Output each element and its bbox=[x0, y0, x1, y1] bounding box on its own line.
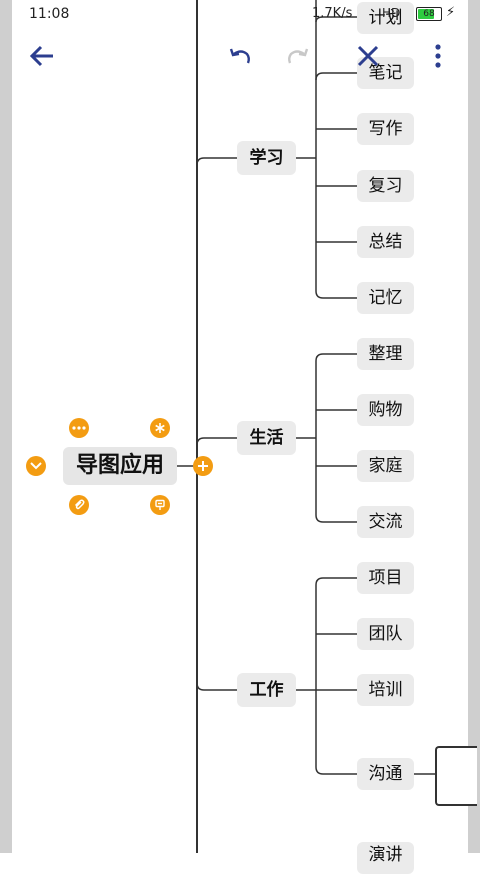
close-x-icon bbox=[357, 45, 379, 67]
collapse-chevron-icon[interactable] bbox=[26, 456, 46, 476]
node-speech[interactable]: 演讲 bbox=[357, 842, 414, 874]
battery-level: 68 bbox=[423, 9, 435, 19]
node-summary[interactable]: 总结 bbox=[357, 226, 414, 258]
battery-icon: 68 bbox=[416, 7, 442, 21]
root-node[interactable]: 导图应用 bbox=[63, 447, 177, 485]
more-button[interactable] bbox=[418, 36, 458, 76]
redo-icon bbox=[288, 48, 309, 64]
attachment-icon[interactable] bbox=[69, 495, 89, 515]
undo-icon bbox=[229, 48, 250, 64]
note-icon[interactable] bbox=[150, 495, 170, 515]
net-speed: 1.7K/s bbox=[312, 6, 353, 21]
more-options-icon[interactable] bbox=[69, 418, 89, 438]
branch-study[interactable]: 学习 bbox=[237, 141, 296, 175]
arrow-left-icon bbox=[29, 45, 53, 67]
node-memory[interactable]: 记忆 bbox=[357, 282, 414, 314]
node-review[interactable]: 复习 bbox=[357, 170, 414, 202]
node-team[interactable]: 团队 bbox=[357, 618, 414, 650]
branch-life[interactable]: 生活 bbox=[237, 421, 296, 455]
node-communication[interactable]: 交流 bbox=[357, 506, 414, 538]
signal-indicator: HD bbox=[382, 6, 401, 20]
node-family[interactable]: 家庭 bbox=[357, 450, 414, 482]
charging-icon: ⚡ bbox=[446, 5, 456, 20]
asterisk-icon[interactable] bbox=[150, 418, 170, 438]
node-writing[interactable]: 写作 bbox=[357, 113, 414, 145]
redo-button[interactable] bbox=[278, 36, 318, 76]
status-bar: 11:08 1.7K/s HD 68 ⚡ bbox=[12, 0, 468, 28]
node-training[interactable]: 培训 bbox=[357, 674, 414, 706]
node-shopping[interactable]: 购物 bbox=[357, 394, 414, 426]
close-button[interactable] bbox=[348, 36, 388, 76]
back-button[interactable] bbox=[22, 36, 62, 76]
more-vertical-icon bbox=[435, 44, 441, 68]
collapsed-subnode[interactable] bbox=[435, 746, 477, 806]
node-project[interactable]: 项目 bbox=[357, 562, 414, 594]
branch-work[interactable]: 工作 bbox=[237, 673, 296, 707]
node-liaison[interactable]: 沟通 bbox=[357, 758, 414, 790]
status-time: 11:08 bbox=[29, 6, 70, 22]
undo-button[interactable] bbox=[220, 36, 260, 76]
canvas-divider bbox=[196, 0, 198, 853]
add-child-icon[interactable] bbox=[193, 456, 213, 476]
node-organize[interactable]: 整理 bbox=[357, 338, 414, 370]
